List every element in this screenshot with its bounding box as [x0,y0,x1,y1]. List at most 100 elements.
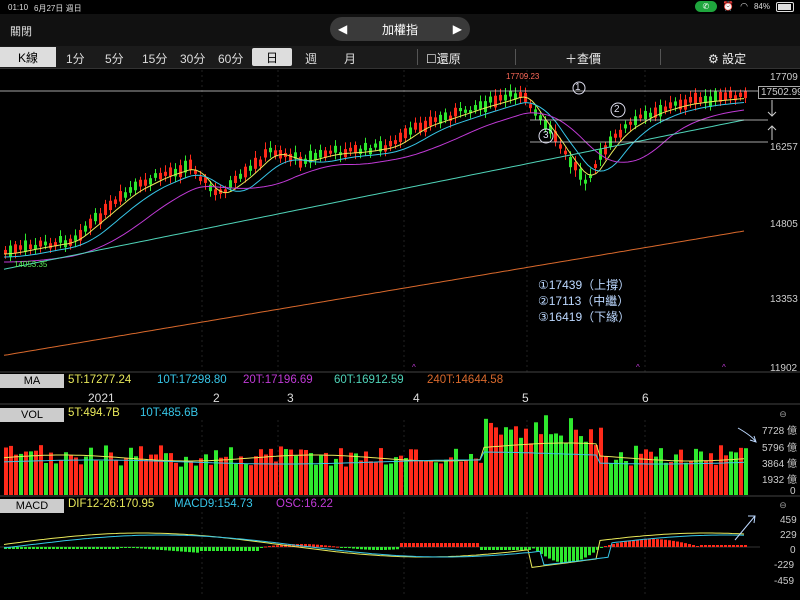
volume-bar [89,447,93,495]
volume-bar [369,461,373,495]
candle-body [699,97,702,103]
macd-osc-bar [708,545,711,547]
macd-osc-bar [436,543,439,547]
macd-osc-bar [728,545,731,547]
macd-osc-bar [188,547,191,553]
candle-body [389,141,392,147]
month-label: 4 [413,391,420,405]
candle-body [639,114,642,119]
ma-panel-label[interactable]: MA [0,374,64,388]
volume-bars [3,415,757,495]
macd-osc-bar [504,547,507,550]
macd-signal-line [3,534,745,566]
candle-body [39,240,42,247]
candle-body [259,159,262,167]
macd-osc-bar [468,543,471,547]
month-label: 2 [213,391,220,405]
volume-bar [544,415,548,495]
macd-osc-bar [416,543,419,547]
macd-osc-bar [84,547,87,549]
volume-bar [129,447,133,495]
vol5-line [3,442,745,462]
candle-body [254,157,257,169]
volume-bar [309,453,313,495]
candle-body [359,148,362,154]
macd-osc-bar [568,547,571,563]
volume-bar [364,451,368,495]
macd-osc-bar [668,540,671,547]
macd-osc-bar [260,547,263,548]
candle-body [109,200,112,211]
macd-osc-bar [388,547,391,550]
volume-bar [239,456,243,495]
macd-osc-bar [632,540,635,547]
macd-osc-bar [124,547,127,548]
candle-body [329,150,332,154]
candle-body [619,129,622,138]
macd-axis-label: -229 [774,560,795,571]
macd-osc-bar [228,547,231,551]
candle-body [464,109,467,113]
macd-osc-bar [256,547,259,551]
macd-osc-bar [484,547,487,550]
macd-panel-minus-icon[interactable]: ⊖ [776,500,790,510]
candle-body [234,175,237,183]
candle-body [144,179,147,186]
macd-osc-bar [268,546,271,548]
volume-bar [114,460,118,495]
volume-bar [49,452,53,495]
candle-body [404,128,407,139]
volume-bar [684,462,688,495]
ma10-value: 10T:17298.80 [157,374,227,386]
candle-body [314,152,317,161]
volume-bar [269,448,273,495]
volume-bar [484,418,488,495]
macd-osc-bar [676,541,679,547]
macd-osc-bar [88,547,91,549]
candle-body [274,150,277,156]
vol-panel-label[interactable]: VOL [0,408,64,422]
vol-panel-minus-icon[interactable]: ⊖ [776,409,790,419]
candle-body [529,104,532,109]
macd-osc-bar [620,542,623,547]
candle-body [584,179,587,184]
candle-body [459,108,462,112]
macd-osc-bar [652,539,655,547]
volume-bar [524,428,528,495]
candle-body [84,225,87,232]
volume-bar [119,465,123,495]
volume-bar [234,463,238,495]
macd-osc-bar [244,547,247,551]
macd-osc-bar [544,547,547,557]
macd-histogram [3,515,756,568]
volume-bar [79,464,83,495]
volume-bar [69,454,73,495]
macd-osc-bar [700,545,703,547]
macd-osc-bar [476,543,479,547]
macd-osc-bar [656,539,659,547]
candle-body [574,162,577,171]
ma20-line [4,109,745,263]
volume-bar [449,457,453,495]
macd-osc-bar [224,547,227,551]
price-axis-label: 16257 [770,142,798,153]
kline-chart[interactable]: ^ ^ ^ [0,0,800,600]
low-price-label: 14053.35 [14,260,48,269]
macd-axis-label: -459 [774,576,795,587]
month-label: 5 [522,391,529,405]
macd-osc-bar [616,543,619,547]
candle-body [14,244,17,254]
candle-body [729,90,732,99]
macd-panel-label[interactable]: MACD [0,499,64,513]
volume-bar [354,453,358,495]
macd-osc-bar [628,540,631,547]
candle-body [614,133,617,138]
macd-osc-bar [636,539,639,547]
macd-osc-bar [712,545,715,547]
volume-bar [389,463,393,495]
volume-bar [739,447,743,495]
candle-body [209,184,212,192]
candle-body [304,158,307,164]
volume-bar [614,459,618,495]
volume-bar [569,418,573,495]
